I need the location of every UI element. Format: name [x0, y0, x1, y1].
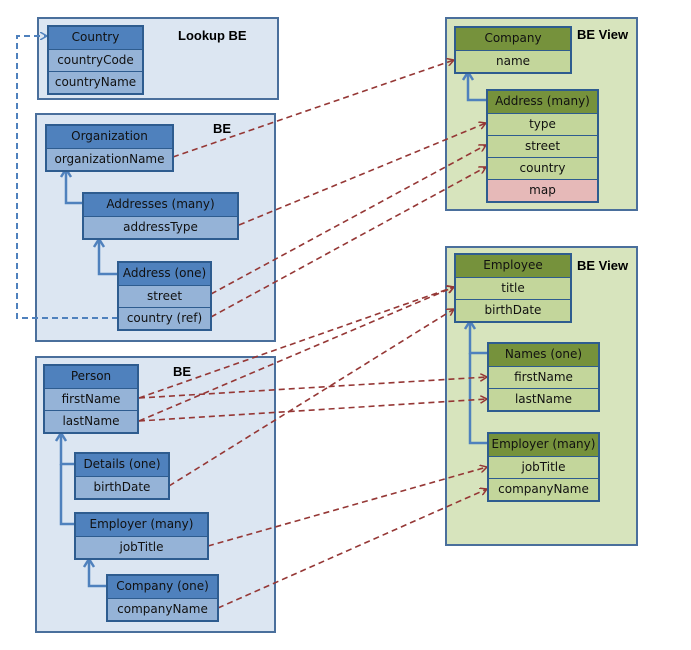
entity-field[interactable]: countryCode — [49, 49, 142, 71]
entity-header: Address (one) — [119, 263, 210, 285]
entity-field[interactable]: type — [488, 113, 597, 135]
entity-field[interactable]: lastName — [45, 410, 137, 432]
container-title: BE View — [577, 27, 629, 42]
entity-addresses[interactable]: Addresses (many) addressType — [82, 192, 239, 240]
entity-header: Addresses (many) — [84, 194, 237, 216]
entity-header: Employer (many) — [76, 514, 207, 536]
entity-field-unmapped[interactable]: map — [488, 179, 597, 201]
entity-company-one[interactable]: Company (one) companyName — [106, 574, 219, 622]
entity-field[interactable]: jobTitle — [489, 456, 598, 478]
entity-field[interactable]: organizationName — [47, 148, 172, 170]
view-entity-names[interactable]: Names (one) firstName lastName — [487, 342, 600, 412]
container-title: BE — [213, 121, 232, 136]
entity-field[interactable]: lastName — [489, 388, 598, 410]
entity-header: Names (one) — [489, 344, 598, 366]
entity-field[interactable]: title — [456, 277, 570, 299]
entity-organization[interactable]: Organization organizationName — [45, 124, 174, 172]
entity-field[interactable]: street — [119, 285, 210, 307]
entity-field[interactable]: jobTitle — [76, 536, 207, 558]
view-entity-employer[interactable]: Employer (many) jobTitle companyName — [487, 432, 600, 502]
entity-header: Employer (many) — [489, 434, 598, 456]
entity-field[interactable]: name — [456, 50, 570, 72]
container-title: BE — [173, 364, 192, 379]
entity-employer[interactable]: Employer (many) jobTitle — [74, 512, 209, 560]
view-entity-company[interactable]: Company name — [454, 26, 572, 74]
entity-field[interactable]: firstName — [45, 388, 137, 410]
entity-country[interactable]: Country countryCode countryName — [47, 25, 144, 95]
container-title: BE View — [577, 258, 629, 273]
entity-field[interactable]: street — [488, 135, 597, 157]
entity-field[interactable]: addressType — [84, 216, 237, 238]
entity-header: Details (one) — [76, 454, 168, 476]
entity-header: Employee — [456, 255, 570, 277]
view-entity-employee[interactable]: Employee title birthDate — [454, 253, 572, 323]
entity-header: Country — [49, 27, 142, 49]
entity-header: Address (many) — [488, 91, 597, 113]
entity-field[interactable]: companyName — [108, 598, 217, 620]
entity-person[interactable]: Person firstName lastName — [43, 364, 139, 434]
entity-header: Person — [45, 366, 137, 388]
entity-field[interactable]: companyName — [489, 478, 598, 500]
container-title: Lookup BE — [178, 28, 247, 43]
entity-details[interactable]: Details (one) birthDate — [74, 452, 170, 500]
entity-field[interactable]: countryName — [49, 71, 142, 93]
view-entity-address[interactable]: Address (many) type street country map — [486, 89, 599, 203]
entity-field[interactable]: country (ref) — [119, 307, 210, 329]
entity-header: Company (one) — [108, 576, 217, 598]
entity-address-one[interactable]: Address (one) street country (ref) — [117, 261, 212, 331]
entity-field[interactable]: firstName — [489, 366, 598, 388]
entity-header: Organization — [47, 126, 172, 148]
entity-field[interactable]: country — [488, 157, 597, 179]
entity-header: Company — [456, 28, 570, 50]
entity-field[interactable]: birthDate — [456, 299, 570, 321]
entity-field[interactable]: birthDate — [76, 476, 168, 498]
